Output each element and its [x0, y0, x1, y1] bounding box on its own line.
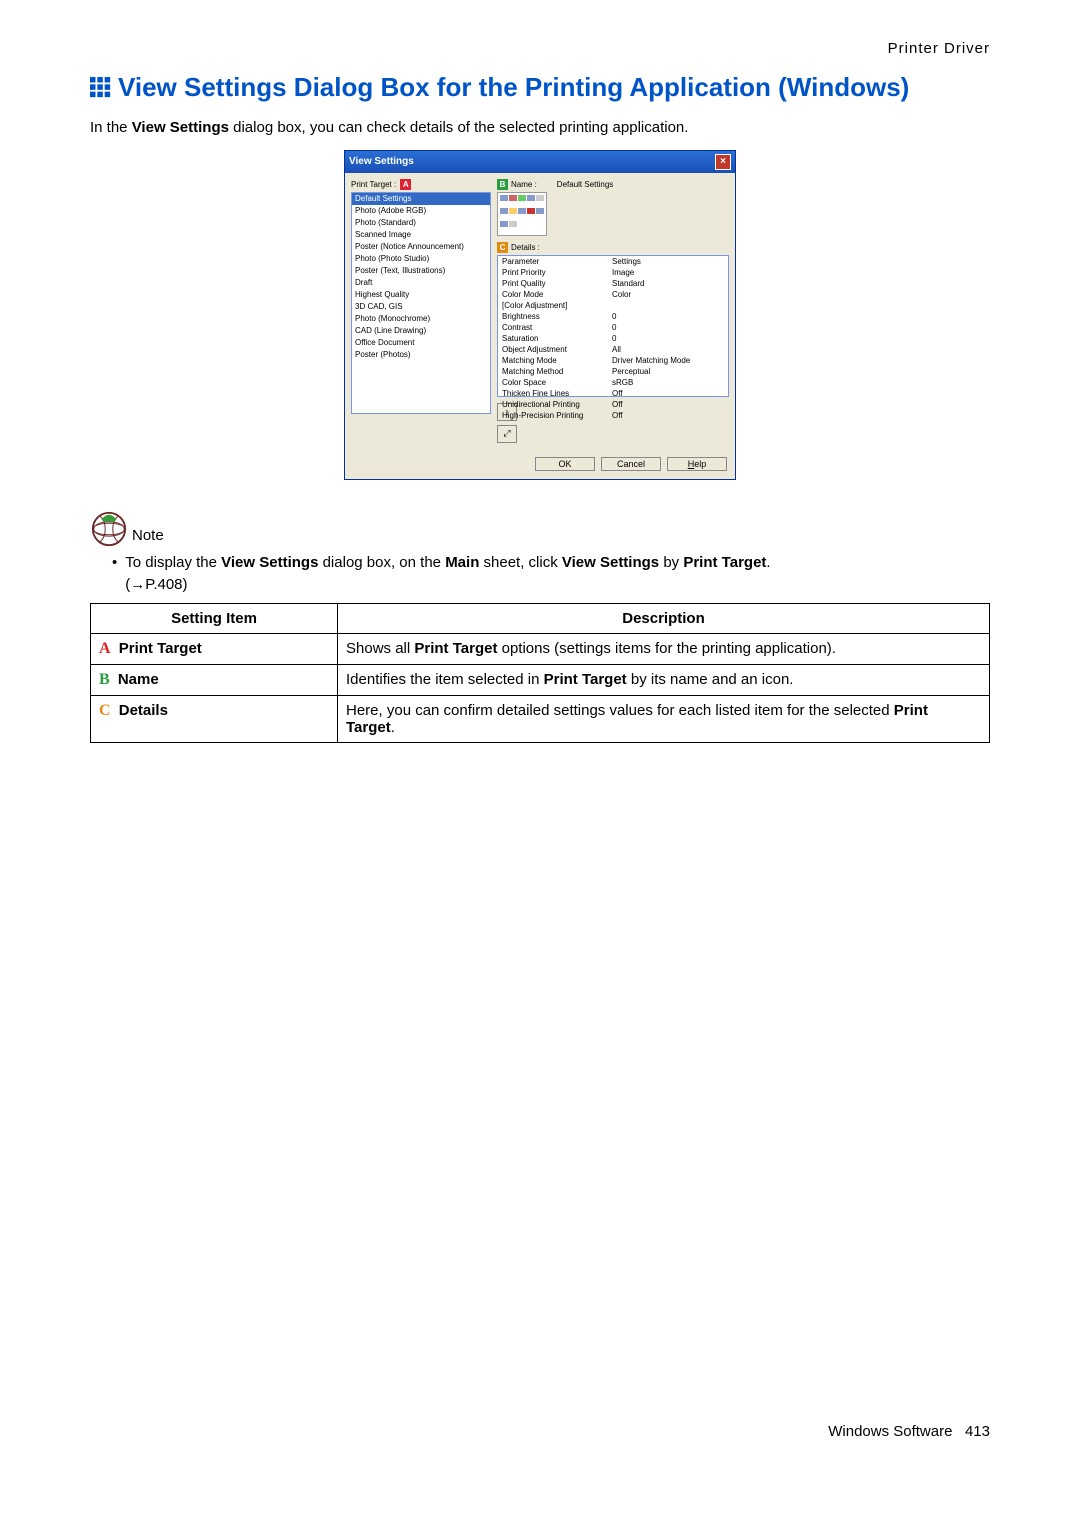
details-head-settings: Settings — [612, 257, 641, 266]
name-label: Name : — [511, 180, 537, 189]
details-head-param: Parameter — [502, 257, 612, 266]
list-item[interactable]: Office Document — [352, 337, 490, 349]
details-row: Color SpacesRGB — [502, 377, 724, 388]
row-name: Print Target — [115, 640, 202, 657]
list-item[interactable]: Photo (Standard) — [352, 217, 490, 229]
bullet-dot: • — [112, 552, 117, 596]
details-row: Brightness0 — [502, 311, 724, 322]
row-name: Name — [114, 671, 159, 688]
details-row: Print QualityStandard — [502, 278, 724, 289]
page-title: View Settings Dialog Box for the Printin… — [118, 71, 909, 105]
th-description: Description — [338, 604, 990, 634]
details-label: Details : — [511, 243, 540, 252]
details-row: Matching ModeDriver Matching Mode — [502, 355, 724, 366]
details-row: Contrast0 — [502, 322, 724, 333]
intro-pre: In the — [90, 119, 132, 136]
view-settings-dialog: View Settings × Print Target : A Default… — [344, 150, 736, 480]
note-b3: View Settings — [562, 554, 659, 571]
move-down-button[interactable]: ⤢ — [497, 425, 517, 443]
list-item[interactable]: Default Settings — [352, 193, 490, 205]
intro-text: In the View Settings dialog box, you can… — [90, 119, 990, 136]
intro-post: dialog box, you can check details of the… — [229, 119, 688, 136]
ok-button[interactable]: OK — [535, 457, 595, 471]
note-t4: by — [659, 554, 683, 571]
note-b1: View Settings — [221, 554, 318, 571]
note-t5: . — [766, 554, 770, 571]
table-row: B Name Identifies the item selected in Pr… — [91, 665, 990, 696]
dialog-title: View Settings — [349, 156, 414, 167]
note-icon — [90, 510, 128, 548]
note-t3: sheet, click — [479, 554, 562, 571]
th-setting-item: Setting Item — [91, 604, 338, 634]
details-row: Object AdjustmentAll — [502, 344, 724, 355]
help-suffix: elp — [694, 459, 706, 469]
list-item[interactable]: 3D CAD, GIS — [352, 301, 490, 313]
list-item[interactable]: Highest Quality — [352, 289, 490, 301]
note-b4: Print Target — [683, 554, 766, 571]
list-item[interactable]: Photo (Adobe RGB) — [352, 205, 490, 217]
details-row: Print PriorityImage — [502, 267, 724, 278]
details-row: Thicken Fine LinesOff — [502, 388, 724, 399]
cancel-button[interactable]: Cancel — [601, 457, 661, 471]
print-target-label: Print Target : — [351, 180, 396, 189]
list-item[interactable]: Poster (Photos) — [352, 349, 490, 361]
grid-icon — [90, 77, 112, 99]
marker-b-icon: B — [497, 179, 508, 190]
details-grid: Parameter Settings Print PriorityImagePr… — [497, 255, 729, 397]
help-button[interactable]: Help — [667, 457, 727, 471]
close-icon[interactable]: × — [715, 154, 731, 170]
note-b2: Main — [445, 554, 479, 571]
list-item[interactable]: CAD (Line Drawing) — [352, 325, 490, 337]
row-desc: Shows all Print Target options (settings… — [338, 634, 990, 665]
marker-c-icon: C — [497, 242, 508, 253]
row-marker: C — [99, 702, 111, 719]
footer-page-number: 413 — [965, 1423, 990, 1440]
page-footer: Windows Software 413 — [90, 1423, 990, 1440]
row-marker: B — [99, 671, 110, 688]
header-section: Printer Driver — [90, 40, 990, 57]
note-label: Note — [132, 527, 164, 548]
details-row: Color ModeColor — [502, 289, 724, 300]
row-desc: Here, you can confirm detailed settings … — [338, 696, 990, 743]
preview-thumbnail — [497, 192, 547, 236]
name-value: Default Settings — [557, 180, 613, 189]
footer-section: Windows Software — [828, 1423, 952, 1440]
marker-a-icon: A — [400, 179, 411, 190]
list-item[interactable]: Photo (Photo Studio) — [352, 253, 490, 265]
row-name: Details — [115, 702, 168, 719]
note-t2: dialog box, on the — [318, 554, 445, 571]
details-row: [Color Adjustment] — [502, 300, 724, 311]
note-t1: To display the — [125, 554, 221, 571]
table-row: A Print Target Shows all Print Target opt… — [91, 634, 990, 665]
print-target-list[interactable]: Default SettingsPhoto (Adobe RGB)Photo (… — [351, 192, 491, 414]
row-marker: A — [99, 640, 111, 657]
list-item[interactable]: Photo (Monochrome) — [352, 313, 490, 325]
details-row: Matching MethodPerceptual — [502, 366, 724, 377]
list-item[interactable]: Poster (Text, Illustrations) — [352, 265, 490, 277]
details-row: Saturation0 — [502, 333, 724, 344]
intro-bold: View Settings — [132, 119, 229, 136]
note-bullet: • To display the View Settings dialog bo… — [112, 552, 990, 596]
settings-table: Setting Item Description A Print Target S… — [90, 603, 990, 743]
row-desc: Identifies the item selected in Print Ta… — [338, 665, 990, 696]
list-item[interactable]: Poster (Notice Announcement) — [352, 241, 490, 253]
table-row: C Details Here, you can confirm detailed … — [91, 696, 990, 743]
note-ref: (→P.408) — [125, 576, 187, 593]
list-item[interactable]: Draft — [352, 277, 490, 289]
list-item[interactable]: Scanned Image — [352, 229, 490, 241]
